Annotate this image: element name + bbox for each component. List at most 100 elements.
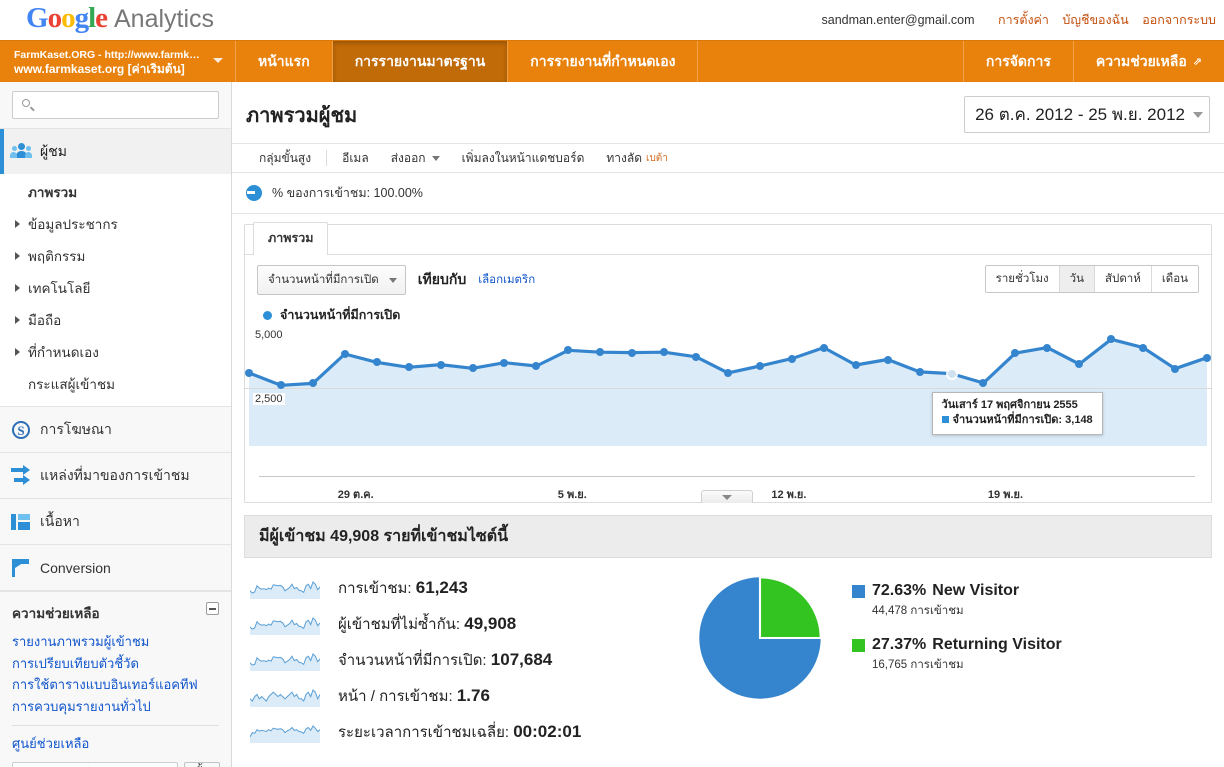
nav-tab-custom-reports[interactable]: การรายงานที่กำหนดเอง (508, 41, 699, 82)
sidebar-item-advertising[interactable]: S การโฆษณา (0, 407, 231, 452)
pie-legend-sub-returning: 16,765 การเข้าชม (872, 659, 964, 671)
sparkline (250, 685, 320, 707)
sidebar-subitem-mobile[interactable]: มือถือ (0, 304, 231, 336)
overview-card: ภาพรวม จำนวนหน้าที่มีการเปิด เทียบกับ เล… (244, 222, 1212, 503)
metric-select-value: จำนวนหน้าที่มีการเปิด (268, 274, 379, 286)
product-name: Analytics (114, 5, 215, 33)
sidebar-item-content-label: เนื้อหา (40, 512, 80, 529)
legend-swatch-returning-visitor-icon (852, 638, 865, 652)
metric-label: ระยะเวลาการเข้าชมเฉลี่ย: (338, 724, 514, 741)
metric-row[interactable]: หน้า / การเข้าชม: 1.76 (244, 678, 664, 714)
granularity-hourly[interactable]: รายชั่วโมง (985, 266, 1060, 292)
sidebar-subnav-audience: ภาพรวม ข้อมูลประชากร พฤติกรรม เทคโนโลยี … (0, 174, 231, 406)
help-search-button[interactable]: ขั้นสูง (184, 762, 220, 767)
nav-tab-admin[interactable]: การจัดการ (964, 41, 1074, 82)
sidebar-subitem-custom[interactable]: ที่กำหนดเอง (0, 336, 231, 368)
chart-collapse-handle[interactable] (701, 490, 753, 503)
export-button[interactable]: ส่งออก (380, 149, 451, 168)
metric-row[interactable]: จำนวนหน้าที่มีการเปิด: 107,684 (244, 642, 664, 678)
chevron-right-icon (15, 220, 20, 228)
sidebar-subitem-demographics[interactable]: ข้อมูลประชากร (0, 208, 231, 240)
metric-row[interactable]: ระยะเวลาการเข้าชมเฉลี่ย: 00:02:01 (244, 714, 664, 750)
account-selector-line2: www.farmkaset.org [ค่าเริ่มต้น] (14, 62, 185, 76)
sparkline (250, 613, 320, 635)
segment-label[interactable]: % ของการเข้าชม: 100.00% (272, 183, 423, 203)
shortcut-button[interactable]: ทางลัด เบต้า (595, 149, 679, 168)
sidebar-item-audience[interactable]: ผู้ชม (0, 129, 231, 174)
tooltip-metric: จำนวนหน้าที่มีการเปิด: 3,148 (952, 413, 1093, 426)
add-to-dashboard-button[interactable]: เพิ่มลงในหน้าแดชบอร์ด (451, 149, 596, 168)
sidebar-section-traffic-sources: แหล่งที่มาของการเข้าชม (0, 453, 231, 499)
tooltip-swatch-icon (941, 415, 949, 423)
sidebar-section-advertising: S การโฆษณา (0, 407, 231, 453)
sidebar-subitem-overview[interactable]: ภาพรวม (0, 176, 231, 208)
sidebar-subitem-behavior-label: พฤติกรรม (28, 249, 86, 264)
advanced-segments-button[interactable]: กลุ่มขั้นสูง (248, 149, 322, 168)
sidebar-subitem-visitors-flow[interactable]: กระแสผู้เข้าชม (0, 368, 231, 400)
chevron-down-icon (213, 58, 223, 63)
nav-tab-help-label: ความช่วยเหลือ (1095, 52, 1187, 69)
y-axis-label-mid: 2,500 (253, 393, 285, 405)
email-button[interactable]: อีเมล (331, 149, 380, 168)
help-divider (12, 725, 219, 726)
my-account-link[interactable]: บัญชีของฉัน (1062, 13, 1128, 27)
chart-x-axis: 29 ต.ค. 5 พ.ย. 12 พ.ย. 19 พ.ย. (259, 476, 1195, 503)
granularity-month[interactable]: เดือน (1151, 266, 1198, 292)
line-chart[interactable]: 5,000 2,500 วันเสาร์ 17 พฤศจิกายน 2555 จ… (245, 329, 1211, 476)
metrics-list: การเข้าชม: 61,243 ผู้เข้าชมที่ไม่ซ้ำกัน: … (244, 558, 664, 750)
date-range-text: 26 ต.ค. 2012 - 25 พ.ย. 2012 (975, 105, 1185, 124)
metric-row[interactable]: ผู้เข้าชมที่ไม่ซ้ำกัน: 49,908 (244, 606, 664, 642)
help-collapse-button[interactable] (206, 602, 219, 615)
legend-dot-icon (263, 310, 272, 320)
help-link-interactive-table[interactable]: การใช้ตารางแบบอินเทอร์แอคทีฟ (12, 674, 219, 696)
metric-value: 61,243 (415, 578, 468, 597)
search-input[interactable] (13, 92, 218, 118)
sidebar-item-conversion[interactable]: Conversion (0, 545, 231, 590)
main-content: ภาพรวมผู้ชม 26 ต.ค. 2012 - 25 พ.ย. 2012 … (232, 82, 1224, 767)
search-box[interactable] (12, 91, 219, 119)
nav-tab-home[interactable]: หน้าแรก (236, 41, 333, 82)
sidebar-item-content[interactable]: เนื้อหา (0, 499, 231, 544)
granularity-selector: รายชั่วโมง วัน สัปดาห์ เดือน (984, 265, 1199, 293)
sidebar-subitem-mobile-label: มือถือ (28, 313, 62, 328)
help-panel-title: ความช่วยเหลือ (12, 606, 100, 621)
settings-link[interactable]: การตั้งค่า (998, 13, 1049, 27)
tab-overview[interactable]: ภาพรวม (253, 222, 329, 255)
help-search-input[interactable] (12, 762, 178, 767)
pie-chart (699, 576, 822, 699)
x-axis-tick-label: 12 พ.ย. (771, 489, 807, 501)
help-center-link[interactable]: ศูนย์ช่วยเหลือ (12, 733, 219, 754)
metric-controls-row: จำนวนหน้าที่มีการเปิด เทียบกับ เลือกเมตร… (245, 255, 1211, 301)
segment-row: % ของการเข้าชม: 100.00% (232, 173, 1224, 214)
granularity-day[interactable]: วัน (1059, 266, 1095, 292)
account-selector[interactable]: FarmKaset.ORG - http://www.farmka… www.f… (0, 41, 236, 82)
nav-tab-standard-reports[interactable]: การรายงานมาตรฐาน (332, 41, 509, 82)
sparkline (250, 577, 320, 599)
sidebar-subitem-behavior[interactable]: พฤติกรรม (0, 240, 231, 272)
account-email: sandman.enter@gmail.com (821, 13, 975, 27)
metric-text: ระยะเวลาการเข้าชมเฉลี่ย: 00:02:01 (338, 720, 581, 744)
tooltip-date: วันเสาร์ 17 พฤศจิกายน 2555 (941, 398, 1078, 411)
sidebar-subitem-technology[interactable]: เทคโนโลยี (0, 272, 231, 304)
report-toolbar: กลุ่มขั้นสูง อีเมล ส่งออก เพิ่มลงในหน้าแ… (232, 143, 1224, 173)
x-axis-tick-label: 5 พ.ย. (557, 489, 587, 501)
granularity-week[interactable]: สัปดาห์ (1095, 266, 1152, 292)
sidebar-item-traffic-sources[interactable]: แหล่งที่มาของการเข้าชม (0, 453, 231, 498)
metric-value: 49,908 (464, 614, 517, 633)
nav-tab-help[interactable]: ความช่วยเหลือ ⇗ (1074, 41, 1224, 82)
help-link-audience-overview[interactable]: รายงานภาพรวมผู้เข้าชม (12, 631, 219, 653)
google-analytics-logo[interactable]: Google Analytics (26, 2, 214, 35)
select-metric-link[interactable]: เลือกเมตริก (478, 271, 535, 289)
chevron-right-icon (15, 252, 20, 260)
sidebar-subitem-demographics-label: ข้อมูลประชากร (28, 217, 118, 232)
help-link-metric-comparison[interactable]: การเปรียบเทียบตัวชี้วัด (12, 653, 219, 675)
search-icon (22, 99, 30, 107)
metric-select[interactable]: จำนวนหน้าที่มีการเปิด (257, 265, 406, 295)
metric-text: การเข้าชม: 61,243 (338, 576, 468, 600)
date-range-selector[interactable]: 26 ต.ค. 2012 - 25 พ.ย. 2012 (964, 96, 1210, 133)
pie-legend-name-new: New Visitor (932, 582, 1020, 599)
beta-badge: เบต้า (646, 152, 668, 164)
metric-row[interactable]: การเข้าชม: 61,243 (244, 570, 664, 606)
help-link-report-controls[interactable]: การควบคุมรายงานทั่วไป (12, 696, 219, 718)
sign-out-link[interactable]: ออกจากระบบ (1142, 13, 1216, 27)
